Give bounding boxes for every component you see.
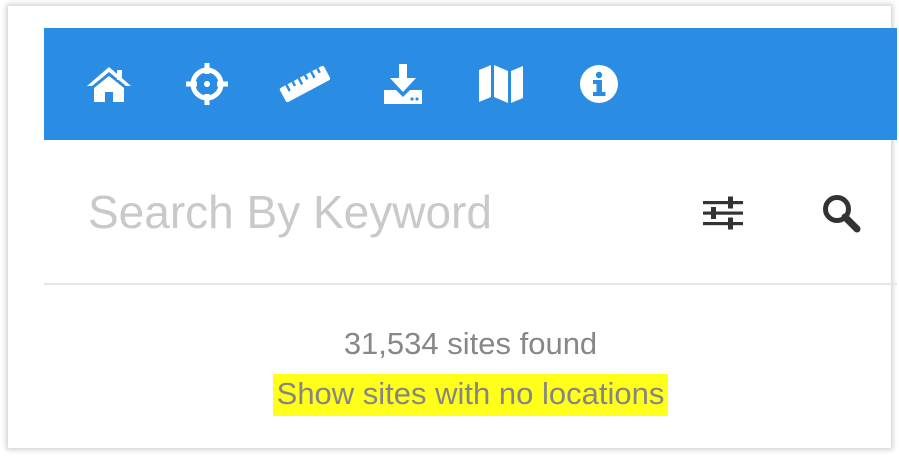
- info-button[interactable]: [572, 58, 626, 110]
- toolbar: [44, 28, 897, 140]
- search-button[interactable]: [816, 188, 866, 238]
- divider: [44, 283, 897, 285]
- ruler-icon: [279, 65, 331, 103]
- download-button[interactable]: [376, 58, 430, 110]
- filter-button[interactable]: [698, 188, 748, 238]
- home-button[interactable]: [82, 58, 136, 110]
- download-icon: [384, 64, 422, 104]
- crosshair-icon: [186, 63, 228, 105]
- map-icon: [479, 65, 523, 103]
- search-icon: [823, 195, 861, 233]
- results-count: 31,534 sites found: [343, 326, 598, 361]
- locate-button[interactable]: [180, 58, 234, 110]
- measure-button[interactable]: [278, 58, 332, 110]
- search-bar: [44, 160, 897, 270]
- show-no-locations-link[interactable]: Show sites with no locations: [272, 374, 669, 416]
- sliders-icon: [703, 196, 743, 230]
- search-input[interactable]: [88, 180, 648, 244]
- no-locations-container: Show sites with no locations: [44, 374, 897, 416]
- home-icon: [87, 67, 131, 102]
- map-button[interactable]: [474, 58, 528, 110]
- info-icon: [580, 65, 618, 103]
